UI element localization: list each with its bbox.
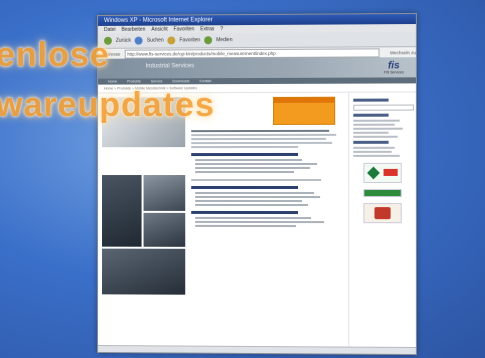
text-line — [191, 178, 322, 182]
list-item — [195, 199, 303, 203]
brand-mark-icon — [383, 168, 398, 176]
text-line — [191, 133, 337, 137]
partner-logo-ina[interactable] — [363, 203, 402, 224]
info-box[interactable] — [273, 96, 336, 125]
list-item — [195, 191, 315, 195]
sidebar-link[interactable] — [353, 146, 395, 149]
list-item — [195, 216, 312, 220]
menu-help[interactable]: ? — [220, 25, 223, 33]
text-line — [191, 129, 329, 133]
list-item — [195, 195, 321, 199]
sidebar-link[interactable] — [353, 135, 398, 138]
machine-photo — [143, 175, 186, 211]
sidebar-link[interactable] — [353, 131, 389, 134]
nav-kontakt[interactable]: Kontakt — [200, 78, 212, 84]
measurement-photo — [102, 248, 186, 295]
menu-extras[interactable]: Extras — [200, 25, 214, 33]
list-item — [195, 170, 295, 174]
sidebar-link[interactable] — [353, 123, 395, 126]
section-heading — [191, 185, 299, 190]
section-heading — [191, 210, 299, 215]
control-photo — [143, 212, 186, 247]
sidebar-link[interactable] — [353, 119, 401, 122]
toolbar: Zurück Suchen Favoriten Medien — [98, 32, 416, 49]
sidebar-search-input[interactable] — [353, 104, 414, 111]
list-item — [195, 224, 297, 228]
browser-window: Windows XP - Microsoft Internet Explorer… — [97, 12, 417, 356]
sidebar-link[interactable] — [353, 127, 404, 130]
menu-datei[interactable]: Datei — [104, 26, 116, 34]
sidebar-heading — [353, 140, 389, 144]
page-content — [98, 92, 416, 355]
diamond-icon — [367, 166, 380, 180]
sidebar-heading — [353, 98, 389, 102]
info-box-header — [274, 97, 335, 103]
partner-logo-dk[interactable] — [363, 162, 402, 183]
main-text — [187, 93, 348, 354]
favorites-label[interactable]: Favoriten — [180, 37, 201, 43]
list-item — [195, 162, 318, 166]
site-title: Industrial Services — [145, 63, 195, 70]
list-item — [195, 220, 324, 224]
menu-favoriten[interactable]: Favoriten — [174, 25, 195, 33]
media-icon[interactable] — [204, 36, 213, 45]
list-item — [195, 166, 310, 170]
status-bar — [98, 345, 416, 355]
sidebar-link[interactable] — [353, 150, 392, 153]
right-sidebar — [348, 92, 416, 355]
fis-logo-sub: FIS Services — [383, 70, 404, 75]
overlay-headline-2: wareupdates — [0, 86, 215, 124]
search-label[interactable]: Suchen — [147, 38, 164, 44]
favorites-icon[interactable] — [167, 36, 176, 45]
text-line — [191, 145, 299, 149]
menu-bearbeiten[interactable]: Bearbeiten — [121, 26, 145, 34]
image-column — [98, 93, 187, 352]
text-line — [191, 137, 326, 141]
media-label[interactable]: Medien — [216, 37, 232, 43]
search-icon[interactable] — [134, 36, 143, 45]
sidebar-link[interactable] — [353, 154, 401, 157]
site-header: Industrial Services fis FIS Services — [98, 57, 416, 79]
back-label[interactable]: Zurück — [116, 38, 131, 44]
brand-mark-icon — [374, 207, 391, 220]
sidebar-heading — [353, 113, 389, 117]
go-button[interactable]: Wechseln zu — [390, 50, 416, 55]
section-heading — [191, 152, 299, 157]
worker-photo — [102, 175, 142, 247]
partner-logo-strip — [363, 189, 402, 198]
menu-ansicht[interactable]: Ansicht — [151, 26, 167, 34]
list-item — [195, 158, 303, 162]
text-line — [191, 141, 332, 145]
list-item — [195, 203, 309, 207]
overlay-headline-1: enlose — [0, 36, 110, 74]
